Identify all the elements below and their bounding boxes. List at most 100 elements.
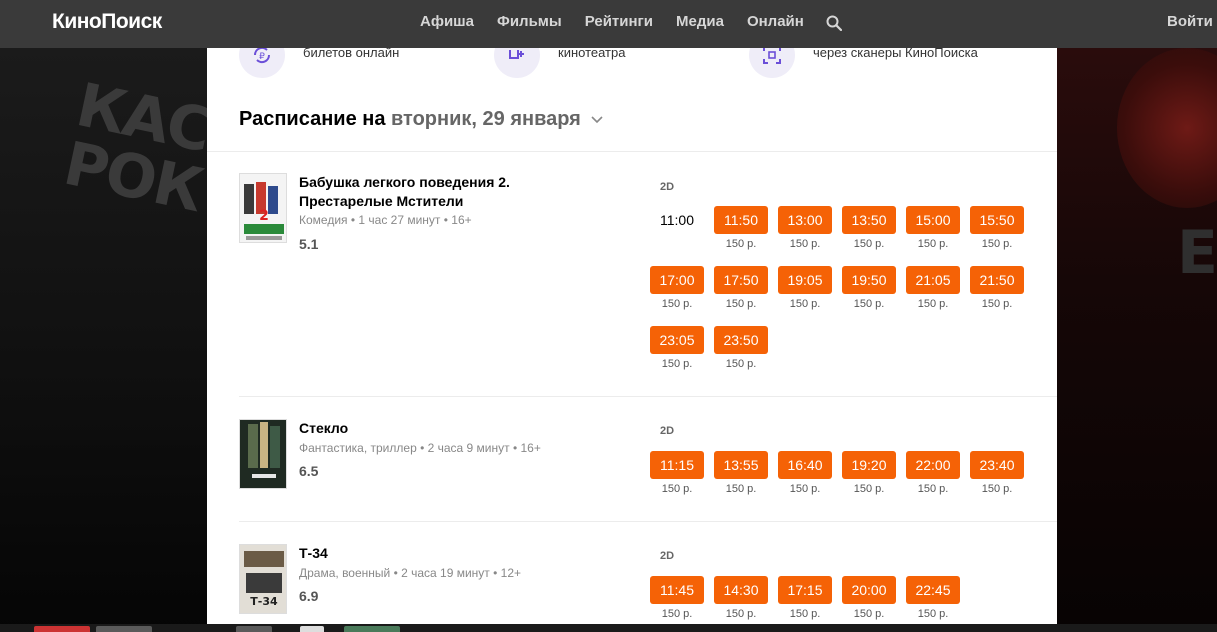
session-price: 150 р. — [917, 238, 949, 250]
taskbar-item[interactable] — [34, 626, 90, 632]
session-price: 150 р. — [725, 238, 757, 250]
svg-text:₽: ₽ — [259, 52, 265, 62]
movie-meta: Фантастика, триллер • 2 часа 9 минут • 1… — [299, 441, 541, 455]
background-poster-art: Е — [1177, 218, 1217, 288]
movie-title[interactable]: Т-34 — [299, 544, 539, 563]
session-button[interactable]: 11:45 — [650, 576, 704, 604]
site-header: КиноПоиск Афиша Фильмы Рейтинги Медиа Он… — [0, 0, 1217, 48]
session-slot: 22:45 150 р. — [906, 576, 960, 622]
chevron-down-icon[interactable] — [590, 115, 604, 125]
session-button[interactable]: 17:50 — [714, 266, 768, 294]
site-logo[interactable]: КиноПоиск — [52, 10, 162, 34]
session-slot: 15:00 150 р. — [906, 206, 960, 252]
movie-title[interactable]: Стекло — [299, 419, 539, 438]
session-slot: 17:00 150 р. — [650, 266, 704, 312]
session-price: 150 р. — [725, 298, 757, 310]
nav-item-online[interactable]: Онлайн — [747, 13, 804, 30]
session-button[interactable]: 16:40 — [778, 451, 832, 479]
session-button[interactable]: 13:00 — [778, 206, 832, 234]
session-button[interactable]: 23:50 — [714, 326, 768, 354]
search-icon[interactable] — [826, 15, 842, 31]
session-button[interactable]: 23:05 — [650, 326, 704, 354]
session-button[interactable]: 17:00 — [650, 266, 704, 294]
schedule-title: Расписание на вторник, 29 января — [239, 108, 604, 131]
movie-row: 2 Бабушка легкого поведения 2. Престарел… — [239, 173, 1057, 403]
session-button[interactable]: 22:00 — [906, 451, 960, 479]
schedule-page: ₽ билетов онлайн кинотеатра через сканер… — [207, 48, 1057, 624]
scan-icon — [749, 48, 795, 78]
session-price: 150 р. — [981, 483, 1013, 495]
schedule-date-picker[interactable]: вторник, 29 января — [391, 108, 581, 130]
session-slot: 21:05 150 р. — [906, 266, 960, 312]
session-price: 150 р. — [789, 483, 821, 495]
session-slot: 22:00 150 р. — [906, 451, 960, 497]
session-button[interactable]: 11:15 — [650, 451, 704, 479]
taskbar-item[interactable] — [236, 626, 272, 632]
background-poster-art: КАС РОК — [57, 70, 207, 226]
login-link[interactable]: Войти — [1167, 13, 1213, 30]
session-button[interactable]: 19:05 — [778, 266, 832, 294]
session-price: 150 р. — [661, 358, 693, 370]
session-price: 150 р. — [981, 298, 1013, 310]
movie-poster[interactable]: 2 — [239, 173, 287, 243]
session-button[interactable]: 17:15 — [778, 576, 832, 604]
session-slot: 19:20 150 р. — [842, 451, 896, 497]
movie-row: Т-34 Т-34 Драма, военный • 2 часа 19 мин… — [239, 544, 1057, 624]
session-slot: 11:45 150 р. — [650, 576, 704, 622]
session-price: 150 р. — [853, 298, 885, 310]
session-button[interactable]: 22:45 — [906, 576, 960, 604]
schedule-title-prefix: Расписание на — [239, 108, 386, 130]
session-button[interactable]: 19:50 — [842, 266, 896, 294]
session-button[interactable]: 21:50 — [970, 266, 1024, 294]
taskbar-item[interactable] — [96, 626, 152, 632]
svg-text:Т-34: Т-34 — [250, 595, 278, 608]
movie-poster[interactable] — [239, 419, 287, 489]
feature-item: кинотеатра — [494, 48, 625, 78]
movie-rating: 6.9 — [299, 588, 319, 604]
session-button[interactable]: 20:00 — [842, 576, 896, 604]
session-button[interactable]: 23:40 — [970, 451, 1024, 479]
nav-item-ratings[interactable]: Рейтинги — [585, 13, 653, 30]
movie-rating: 6.5 — [299, 463, 319, 479]
session-slot: 14:30 150 р. — [714, 576, 768, 622]
nav-item-media[interactable]: Медиа — [676, 13, 724, 30]
session-slot: 17:50 150 р. — [714, 266, 768, 312]
session-slot: 19:50 150 р. — [842, 266, 896, 312]
session-button[interactable]: 19:20 — [842, 451, 896, 479]
movie-meta: Драма, военный • 2 часа 19 минут • 12+ — [299, 566, 522, 580]
session-price: 150 р. — [853, 238, 885, 250]
session-button[interactable]: 11:50 — [714, 206, 768, 234]
background-poster-art — [1117, 48, 1217, 208]
session-price: 150 р. — [789, 608, 821, 620]
session-slot: 17:15 150 р. — [778, 576, 832, 622]
ticket-refresh-icon: ₽ — [239, 48, 285, 78]
taskbar-item[interactable] — [300, 626, 324, 632]
session-slot: 11:15 150 р. — [650, 451, 704, 497]
session-button[interactable]: 15:50 — [970, 206, 1024, 234]
taskbar-item[interactable] — [344, 626, 400, 632]
feature-item: через сканеры КиноПоиска — [749, 48, 978, 78]
features-strip: ₽ билетов онлайн кинотеатра через сканер… — [207, 48, 1057, 88]
session-button[interactable]: 13:55 — [714, 451, 768, 479]
session-price: 150 р. — [981, 238, 1013, 250]
session-button[interactable]: 15:00 — [906, 206, 960, 234]
movie-poster[interactable]: Т-34 — [239, 544, 287, 614]
feature-text: через сканеры КиноПоиска — [813, 48, 978, 60]
nav-item-films[interactable]: Фильмы — [497, 13, 562, 30]
session-time-unavailable: 11:00 — [660, 212, 694, 228]
session-price: 150 р. — [853, 608, 885, 620]
session-button[interactable]: 14:30 — [714, 576, 768, 604]
session-slot: 19:05 150 р. — [778, 266, 832, 312]
session-button[interactable]: 13:50 — [842, 206, 896, 234]
session-price: 150 р. — [789, 298, 821, 310]
divider — [239, 396, 1057, 397]
feature-item: ₽ билетов онлайн — [239, 48, 399, 78]
background-art-right: Е — [1057, 48, 1217, 632]
session-price: 150 р. — [917, 608, 949, 620]
session-button[interactable]: 21:05 — [906, 266, 960, 294]
movie-title[interactable]: Бабушка легкого поведения 2. Престарелые… — [299, 173, 539, 211]
session-slot: 23:50 150 р. — [714, 326, 768, 372]
nav-item-afisha[interactable]: Афиша — [420, 13, 474, 30]
os-taskbar — [0, 624, 1217, 632]
session-price: 150 р. — [725, 358, 757, 370]
